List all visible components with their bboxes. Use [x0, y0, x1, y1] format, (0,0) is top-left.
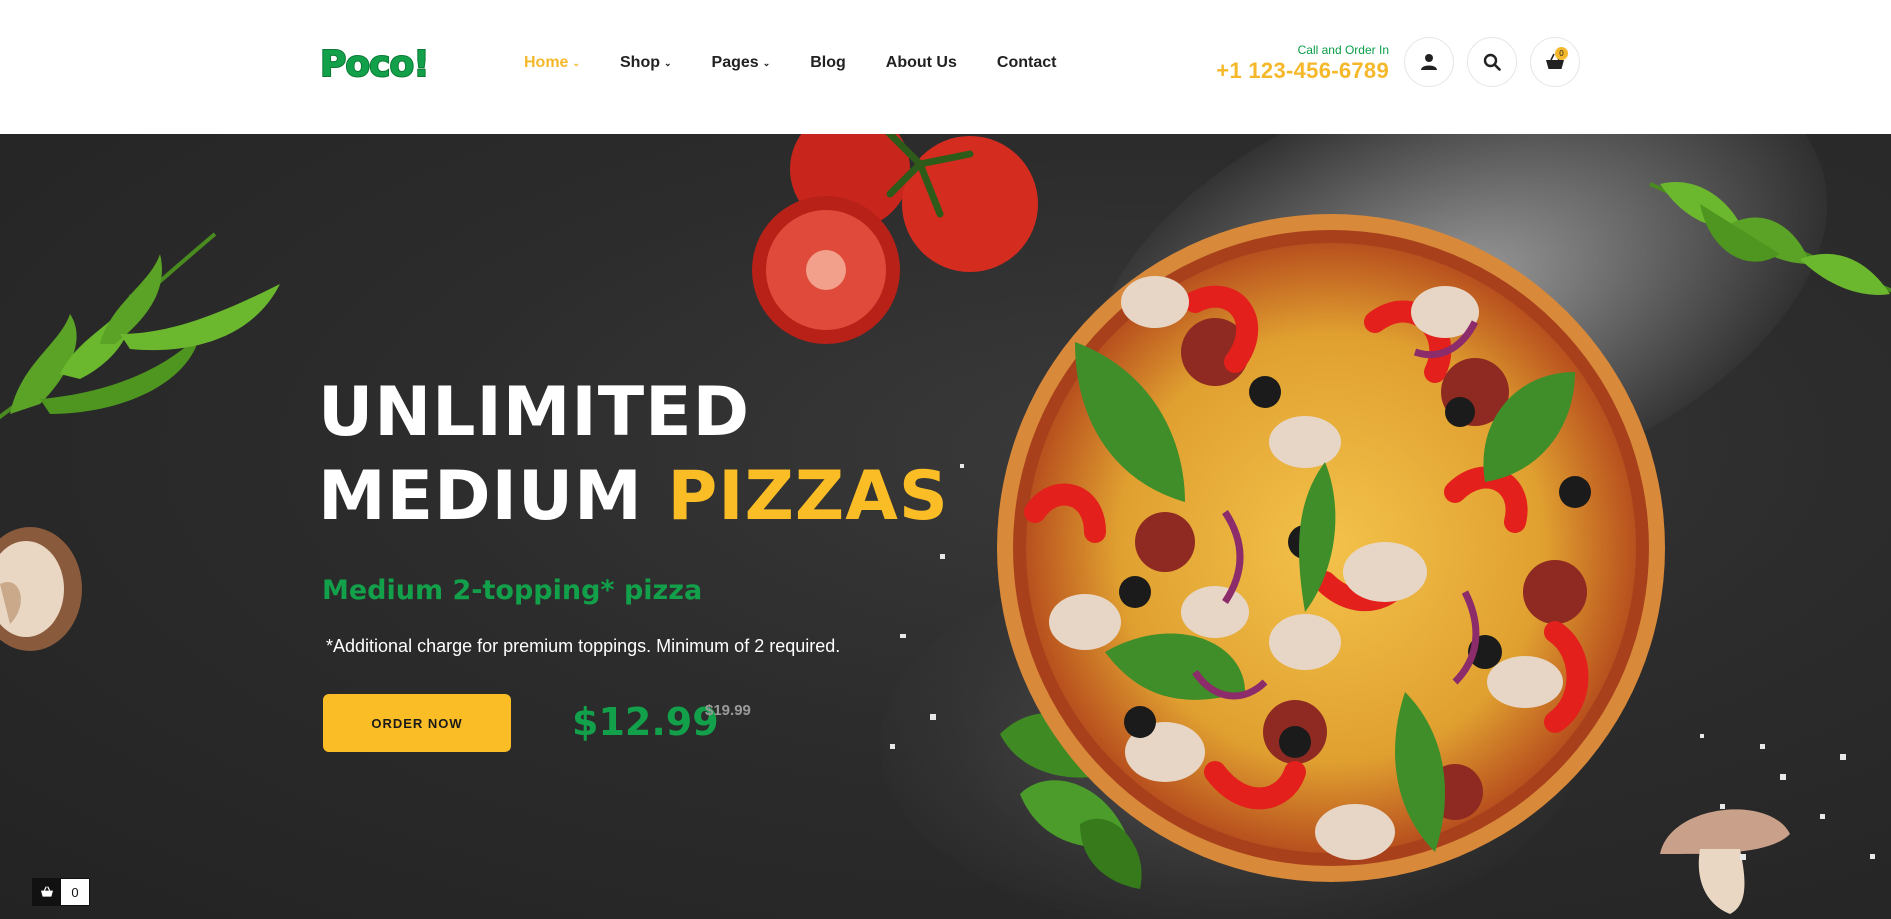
hero-old-price: $19.99	[705, 702, 751, 719]
basket-icon	[33, 879, 61, 905]
flour-specks	[890, 464, 1875, 860]
hero-subtitle: Medium 2-topping* pizza	[322, 575, 703, 606]
call-to-order: Call and Order In +1 123-456-6789	[1216, 42, 1389, 84]
user-icon	[1421, 54, 1437, 70]
hero-price: $12.99	[572, 700, 719, 744]
nav-blog[interactable]: Blog	[810, 54, 846, 72]
site-header: Poco! Home ⌄ Shop ⌄ Pages ⌄ Blog About U…	[0, 0, 1891, 134]
chevron-down-icon: ⌄	[762, 57, 771, 68]
hero-title-line-2: MEDIUM PIZZAS	[318, 458, 949, 536]
mushroom-image	[0, 527, 82, 651]
nav-about[interactable]: About Us	[886, 54, 957, 72]
logo-text: Poco!	[320, 44, 429, 84]
nav-contact-label: Contact	[996, 54, 1057, 71]
nav-shop-label: Shop	[620, 54, 660, 71]
arugula-leaf-image	[0, 232, 280, 420]
hero-title-accent: PIZZAS	[667, 457, 949, 536]
call-label: Call and Order In	[1297, 43, 1389, 57]
nav-home-label: Home	[524, 54, 569, 71]
nav-home[interactable]: Home ⌄	[524, 54, 580, 72]
account-button[interactable]	[1404, 37, 1454, 87]
hero-banner: UNLIMITED MEDIUM PIZZAS Medium 2-topping…	[0, 134, 1891, 919]
cart-button[interactable]: 0	[1530, 37, 1580, 87]
floating-cart-widget[interactable]: 0	[32, 878, 90, 906]
nav-pages-label: Pages	[711, 54, 759, 71]
nav-contact[interactable]: Contact	[997, 54, 1057, 72]
nav-about-label: About Us	[885, 54, 957, 71]
nav-pages[interactable]: Pages ⌄	[712, 54, 771, 72]
cart-count-badge: 0	[1555, 47, 1568, 60]
hero-title-line-1: UNLIMITED	[318, 373, 751, 452]
chevron-down-icon: ⌄	[572, 57, 580, 68]
order-now-button[interactable]: ORDER NOW	[323, 694, 511, 752]
hero-note: *Additional charge for premium toppings.…	[326, 636, 841, 656]
search-button[interactable]	[1467, 37, 1517, 87]
main-nav: Home ⌄ Shop ⌄ Pages ⌄ Blog About Us Cont…	[524, 52, 1096, 74]
nav-shop[interactable]: Shop ⌄	[620, 54, 672, 72]
arugula-leaf-image	[1649, 182, 1891, 295]
floating-cart-count: 0	[61, 879, 89, 905]
poco-logo[interactable]: Poco!	[318, 40, 444, 84]
nav-blog-label: Blog	[810, 54, 846, 71]
chevron-down-icon: ⌄	[664, 57, 672, 68]
phone-number[interactable]: +1 123-456-6789	[1216, 58, 1389, 84]
search-icon	[1483, 53, 1501, 71]
hero-title-white: MEDIUM	[318, 457, 643, 536]
